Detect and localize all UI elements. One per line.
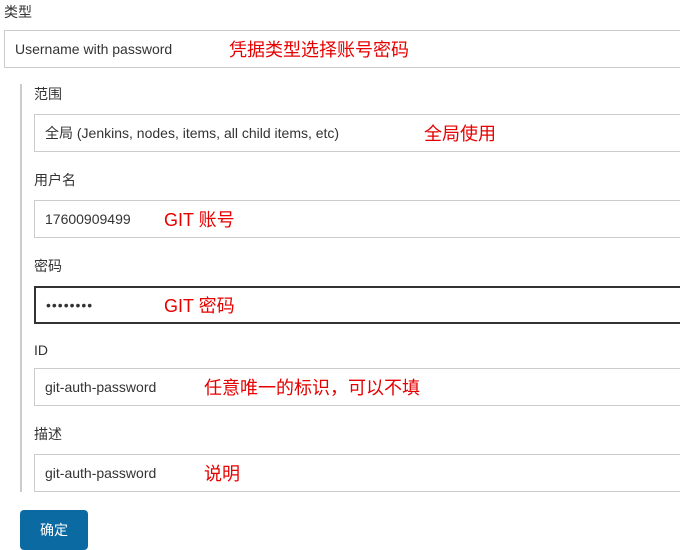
username-label: 用户名 <box>34 170 680 190</box>
id-input-row: 任意唯一的标识，可以不填 <box>34 368 680 406</box>
ok-button[interactable]: 确定 <box>20 510 88 550</box>
password-input-row: GIT 密码 <box>34 286 680 324</box>
button-row: 确定 <box>4 510 680 550</box>
description-field-group: 描述 说明 <box>34 424 680 492</box>
password-label: 密码 <box>34 256 680 276</box>
scope-field-group: 范围 全局使用 <box>34 84 680 152</box>
id-input[interactable] <box>34 368 680 406</box>
id-label: ID <box>34 342 680 358</box>
password-input[interactable] <box>34 286 680 324</box>
scope-label: 范围 <box>34 84 680 104</box>
password-field-group: 密码 GIT 密码 <box>34 256 680 324</box>
nested-fields: 范围 全局使用 用户名 GIT 账号 密码 GIT 密码 ID 任意唯一的标识，… <box>20 84 680 492</box>
id-field-group: ID 任意唯一的标识，可以不填 <box>34 342 680 406</box>
scope-input-row: 全局使用 <box>34 114 680 152</box>
description-input[interactable] <box>34 454 680 492</box>
scope-select[interactable] <box>34 114 680 152</box>
description-input-row: 说明 <box>34 454 680 492</box>
description-label: 描述 <box>34 424 680 444</box>
username-input[interactable] <box>34 200 680 238</box>
username-input-row: GIT 账号 <box>34 200 680 238</box>
type-select[interactable] <box>4 30 680 68</box>
username-field-group: 用户名 GIT 账号 <box>34 170 680 238</box>
type-field-group: 类型 凭据类型选择账号密码 <box>4 2 680 68</box>
type-label: 类型 <box>4 2 680 22</box>
type-input-row: 凭据类型选择账号密码 <box>4 30 680 68</box>
